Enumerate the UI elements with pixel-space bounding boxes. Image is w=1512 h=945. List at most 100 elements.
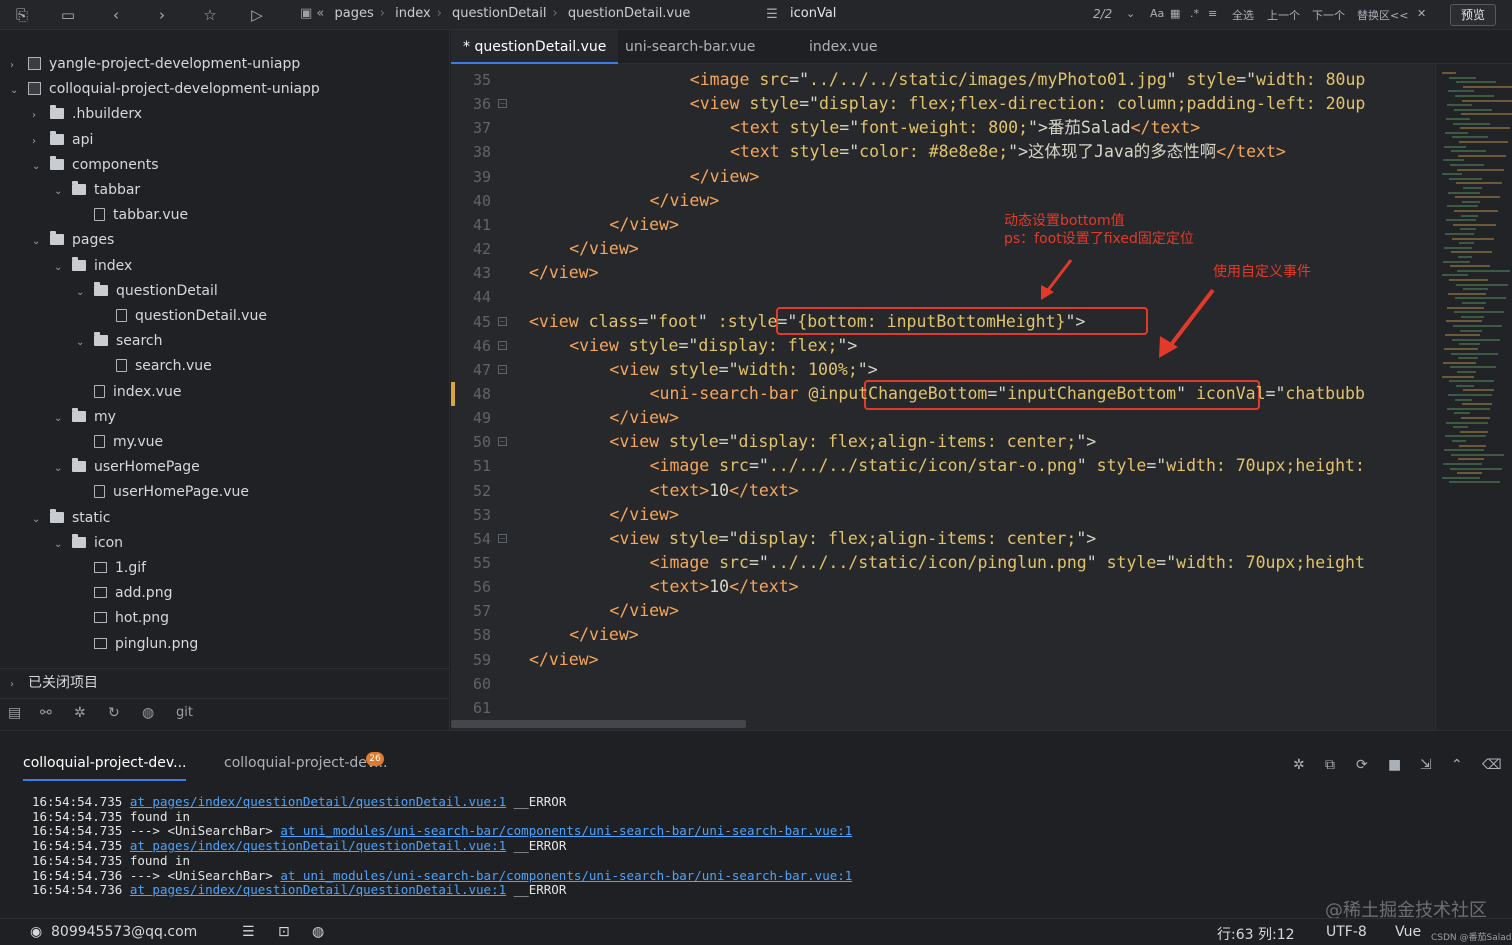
tree-item[interactable]: ⌄ components — [32, 153, 159, 178]
tree-item[interactable]: ⌄ search — [76, 329, 163, 354]
tree-item[interactable]: ⌄ static — [32, 506, 110, 531]
explorer-icon[interactable]: ▤ — [8, 705, 21, 721]
minimap-stroke — [1446, 320, 1482, 323]
minimap-stroke — [1457, 168, 1504, 171]
prev-match-button[interactable]: 上一个 — [1267, 7, 1300, 23]
new-file-icon[interactable]: ⎘ — [12, 5, 32, 25]
minimap-stroke — [1452, 440, 1466, 442]
breadcrumb-item[interactable]: questionDetail — [452, 6, 546, 21]
save-icon[interactable]: ▭ — [58, 5, 78, 25]
log-link[interactable]: at pages/index/questionDetail/questionDe… — [130, 794, 506, 809]
run-icon[interactable]: ▷ — [247, 5, 267, 25]
cursor-position[interactable]: 行:63 列:12 — [1217, 924, 1295, 944]
account-label[interactable]: 809945573@qq.com — [51, 924, 197, 940]
git-button[interactable]: git — [176, 705, 193, 720]
folder-icon — [50, 155, 64, 170]
tree-item[interactable]: ⌄ icon — [54, 531, 123, 556]
preview-button[interactable]: 预览 — [1450, 4, 1496, 26]
tree-item[interactable]: ⌄ userHomePage — [54, 455, 200, 480]
console-tab[interactable]: colloquial-project-dev... — [23, 755, 187, 781]
clear-icon[interactable]: ⌫ — [1482, 757, 1502, 773]
log-line: 16:54:54.736 at pages/index/questionDeta… — [32, 882, 852, 898]
code-editor[interactable]: 35 36−37 38 39 40 41 42 43 44 45−46−47−48 49 50−51 5… — [451, 64, 1435, 730]
back-icon[interactable]: ‹ — [106, 5, 126, 25]
tree-item[interactable]: 1.gif — [76, 556, 146, 581]
tab-index[interactable]: index.vue — [797, 30, 890, 64]
globe-icon[interactable]: ◍ — [312, 924, 324, 940]
select-all-button[interactable]: 全选 — [1232, 7, 1254, 23]
tree-item[interactable]: add.png — [76, 581, 172, 606]
horizontal-scrollbar[interactable] — [451, 720, 746, 728]
log-link[interactable]: at uni_modules/uni-search-bar/components… — [280, 823, 852, 839]
minimap[interactable] — [1435, 64, 1512, 730]
tree-item[interactable]: ⌄ questionDetail — [76, 279, 218, 304]
tree-item[interactable]: pinglun.png — [76, 632, 198, 657]
log-link[interactable]: at pages/index/questionDetail/questionDe… — [130, 882, 506, 897]
list-icon[interactable]: ☰ — [242, 924, 255, 940]
tree-item[interactable]: › .hbuilderx — [32, 102, 142, 127]
closed-projects[interactable]: › 已关闭项目 — [0, 668, 450, 696]
star-icon[interactable]: ☆ — [200, 5, 220, 25]
tree-item[interactable]: tabbar.vue — [76, 203, 188, 228]
code-token: width: 70upx;height: — [1166, 456, 1365, 476]
close-icon[interactable]: ✕ — [1417, 7, 1426, 20]
avatar[interactable]: ◉ — [30, 924, 42, 940]
selection-icon[interactable]: ≡ — [1208, 7, 1217, 20]
tree-item[interactable]: › yangle-project-development-uniapp — [10, 52, 300, 77]
minimap-stroke — [1452, 237, 1494, 240]
tab-uni-search-bar[interactable]: uni-search-bar.vue — [613, 30, 767, 64]
tree-item[interactable]: ⌄ index — [54, 254, 132, 279]
minimap-stroke — [1448, 191, 1480, 194]
log-link[interactable]: at uni_modules/uni-search-bar/components… — [280, 868, 852, 883]
whole-word-icon[interactable]: ▦ — [1170, 7, 1180, 20]
match-case-toggle[interactable]: Aa — [1150, 7, 1164, 20]
plugin-icon[interactable]: ◍ — [142, 705, 154, 721]
terminal-icon[interactable]: ⊡ — [278, 924, 290, 940]
folder-icon — [72, 407, 86, 422]
regex-icon[interactable]: .* — [1190, 7, 1199, 20]
language-label[interactable]: Vue — [1395, 924, 1421, 940]
search-icon[interactable]: ⚯ — [40, 705, 52, 721]
minimap-stroke — [1445, 334, 1480, 337]
code-token: </text> — [729, 480, 799, 500]
code-token: " — [1166, 70, 1187, 89]
minimap-stroke — [1456, 283, 1508, 286]
next-match-button[interactable]: 下一个 — [1312, 7, 1345, 23]
tree-item[interactable]: search.vue — [98, 354, 212, 379]
sync-icon[interactable]: ↻ — [108, 705, 120, 721]
log-link[interactable]: at pages/index/questionDetail/questionDe… — [130, 838, 506, 853]
export-icon[interactable]: ⇲ — [1420, 757, 1432, 773]
code-token: ../../../static/images/myPhoto01.jpg — [809, 70, 1167, 89]
tree-item[interactable]: ⌄ my — [54, 405, 116, 430]
tree-item[interactable]: ⌄ pages — [32, 228, 114, 253]
breadcrumb-item[interactable]: questionDetail.vue — [568, 6, 691, 21]
console-tab[interactable]: colloquial-project-dev... — [224, 755, 387, 771]
minimap-stroke — [1444, 449, 1484, 452]
code-token: iconVal — [1196, 383, 1266, 403]
code-line: </view> — [650, 189, 720, 213]
tree-item[interactable]: ⌄ tabbar — [54, 178, 140, 203]
code-token: style — [628, 335, 679, 355]
chevron-down-icon[interactable]: ⌄ — [1126, 7, 1135, 20]
collapse-up-icon[interactable]: ⌃ — [1451, 757, 1463, 773]
forward-icon[interactable]: › — [152, 5, 172, 25]
breadcrumb-item[interactable]: index — [395, 6, 431, 21]
tree-item[interactable]: userHomePage.vue — [76, 480, 249, 505]
minimap-stroke — [1453, 426, 1468, 429]
tree-item[interactable]: questionDetail.vue — [98, 304, 267, 329]
stop-icon[interactable]: ■ — [1388, 757, 1401, 773]
tree-item[interactable]: › api — [32, 128, 93, 153]
breadcrumb-item[interactable]: pages — [335, 6, 374, 21]
debug-icon[interactable]: ✲ — [1293, 757, 1305, 773]
debug-icon[interactable]: ✲ — [74, 705, 86, 721]
encoding-label[interactable]: UTF-8 — [1326, 924, 1367, 940]
tree-item[interactable]: index.vue — [76, 380, 182, 405]
restart-icon[interactable]: ⟳ — [1356, 757, 1368, 773]
replace-toggle-button[interactable]: 替换区<< — [1357, 7, 1408, 23]
tree-item[interactable]: hot.png — [76, 606, 169, 631]
tree-item[interactable]: ⌄ colloquial-project-development-uniapp — [10, 77, 320, 102]
tree-item[interactable]: my.vue — [76, 430, 163, 455]
open-external-icon[interactable]: ⧉ — [1325, 757, 1335, 773]
tab-questionDetail[interactable]: * questionDetail.vue — [451, 30, 619, 64]
find-input[interactable]: iconVal — [790, 6, 836, 21]
